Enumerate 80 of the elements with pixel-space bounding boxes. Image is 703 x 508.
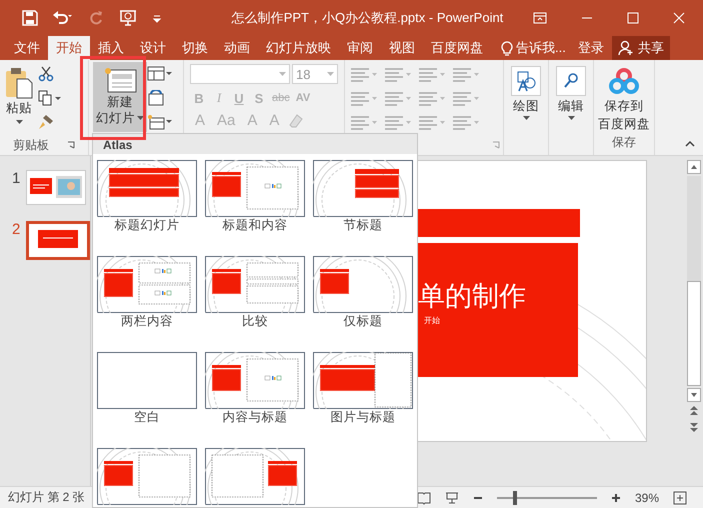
scroll-down-icon[interactable] [686,388,700,402]
caret-icon [137,116,144,120]
close-icon[interactable] [673,12,685,24]
caret-icon [16,120,22,125]
layout-option[interactable]: 标题幻灯片 [97,160,197,256]
cut-icon[interactable] [38,66,54,82]
cloud-logo-icon [609,66,639,96]
paste-button[interactable]: 粘贴 [0,60,38,135]
layout-option[interactable]: 内容与标题 [205,352,305,448]
ribbon-tab[interactable]: 百度网盘 [423,36,491,60]
gallery-header: Atlas [93,134,417,154]
copy-icon[interactable] [38,90,62,106]
scrollbar-thumb[interactable] [686,281,700,386]
ribbon-options-icon[interactable] [533,12,547,24]
dialog-launcher-icon[interactable] [67,141,75,149]
new-slide-icon [102,66,138,94]
lightbulb-icon [501,40,513,56]
layout-option[interactable]: 图片与标题 [313,352,413,448]
layout-option[interactable]: 仅标题 [313,256,413,352]
customize-icon[interactable] [152,13,162,23]
layout-option[interactable]: 两栏内容 [97,256,197,352]
reading-view-icon[interactable] [416,490,431,504]
ribbon-tab[interactable]: 插入 [90,36,132,60]
slideshow-icon[interactable] [444,490,459,504]
ribbon-tab[interactable]: 设计 [132,36,174,60]
ribbon-tab[interactable]: 动画 [216,36,258,60]
section-icon[interactable] [147,114,173,130]
save-to-cloud-button[interactable]: 保存到 百度网盘 [594,60,654,132]
scrollbar-track[interactable] [686,176,700,386]
editing-button[interactable]: 编辑 [552,60,590,121]
layout-option[interactable]: 比较 [205,256,305,352]
group-label: 剪贴板 [13,136,49,154]
layout-option[interactable]: 空白 [97,352,197,448]
ribbon-tab[interactable]: 幻灯片放映 [258,36,339,60]
group-label: 保存 [612,134,636,150]
ribbon-tab[interactable]: 开始 [48,36,90,60]
window-title: 怎么制作PPT，小Q办公教程.pptx - PowerPoint [230,9,504,27]
shapes-icon [511,66,541,96]
format-painter-icon[interactable] [38,114,54,130]
slide-counter: 幻灯片 第 2 张 [8,489,85,506]
ribbon-tab[interactable]: 切换 [174,36,216,60]
caret-icon [522,116,530,121]
undo-icon[interactable] [52,10,74,26]
ribbon-tab[interactable]: 视图 [381,36,423,60]
save-icon[interactable] [22,10,38,26]
slide-preview-drawing [27,171,86,204]
caret-icon [279,72,286,76]
tell-me-field[interactable]: 告诉我... [516,39,566,57]
slide-thumbnail[interactable] [26,221,90,260]
caret-icon [568,116,574,121]
sign-in-link[interactable]: 登录 [570,36,612,60]
drawing-button[interactable]: 绘图 [507,60,545,121]
person-add-icon [618,40,634,56]
scroll-up-icon[interactable] [686,160,700,174]
slide-number: 1 [12,170,20,187]
slide-subtitle: 开始 [424,315,440,326]
ribbon-tab[interactable]: 审阅 [339,36,381,60]
maximize-icon[interactable] [627,12,639,24]
collapse-ribbon-icon[interactable] [685,140,695,147]
layout-icon[interactable] [147,66,173,82]
zoom-in-icon[interactable] [610,492,621,502]
fit-to-window-icon[interactable] [673,490,687,504]
ribbon-tab[interactable]: 文件 [6,36,48,60]
caret-icon [327,72,334,76]
layout-option[interactable]: 节标题 [313,160,413,256]
slide-number: 2 [12,221,20,238]
slide-title: 单的制作 [418,280,526,313]
layout-option[interactable]: 标题和内容 [205,160,305,256]
font-name-field[interactable] [190,64,290,84]
zoom-level[interactable]: 39% [634,490,659,504]
presentation-icon[interactable] [118,9,138,27]
font-size-field[interactable]: 18 [292,64,338,84]
share-button[interactable]: 共享 [612,36,670,60]
zoom-slider-thumb[interactable] [512,490,517,504]
new-slide-button[interactable]: 新建 幻灯片 [93,62,147,132]
zoom-slider[interactable] [496,490,597,504]
slide-thumbnail[interactable] [26,170,86,205]
clipboard-icon [4,66,34,100]
search-icon [556,66,586,96]
slide-preview-drawing [29,224,88,257]
